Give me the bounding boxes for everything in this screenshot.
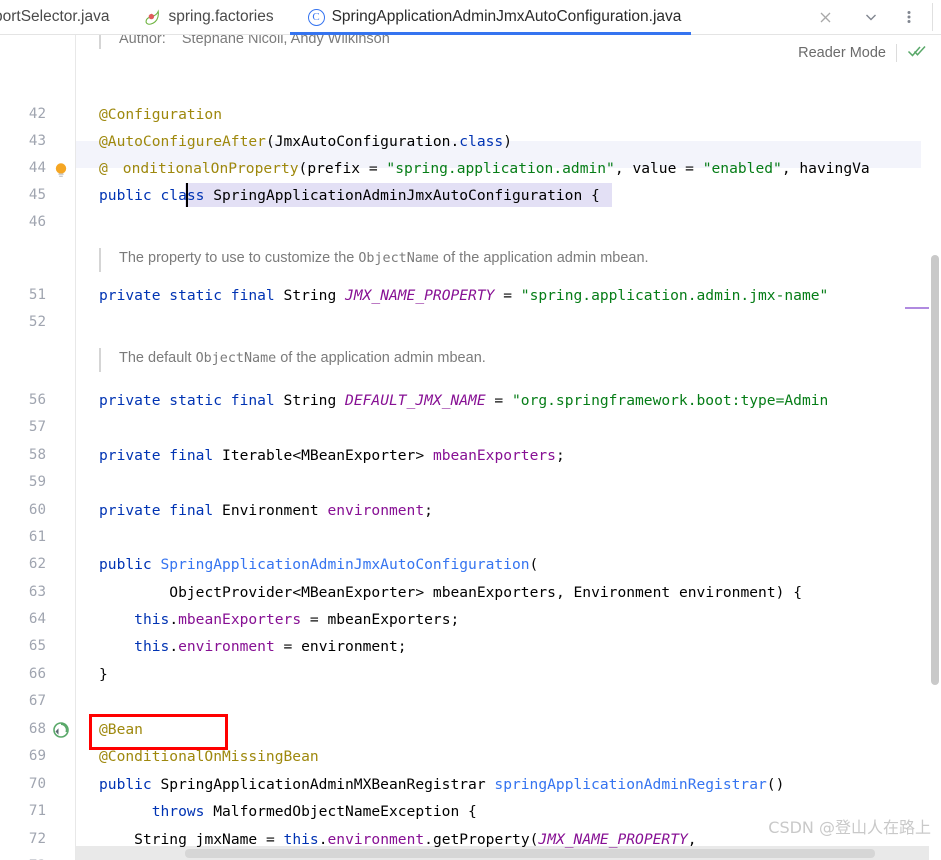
bean-recursive-icon[interactable] <box>52 721 70 739</box>
line-number: 58 <box>28 447 46 463</box>
line-number: 44 <box>28 160 46 176</box>
spring-leaf-icon <box>143 8 161 26</box>
line-number: 64 <box>28 611 46 627</box>
tab-label: portSelector.java <box>0 8 110 26</box>
code-line-51: private static final String JMX_NAME_PRO… <box>99 287 829 304</box>
code-line-58: private final Iterable<MBeanExporter> mb… <box>99 447 565 464</box>
line-number: 62 <box>28 556 46 572</box>
line-number: 52 <box>28 314 46 330</box>
code-line-43: @AutoConfigureAfter(JmxAutoConfiguration… <box>99 133 512 150</box>
editor-tab-bar: portSelector.java spring.factories C Spr… <box>0 0 941 35</box>
tab-bar-actions <box>810 2 941 32</box>
line-number: 59 <box>28 474 46 490</box>
javadoc-property-doc: The property to use to customize the Obj… <box>99 248 649 272</box>
line-number: 45 <box>28 187 46 203</box>
tab-label: SpringApplicationAdminJmxAutoConfigurati… <box>331 8 682 26</box>
line-number: 71 <box>28 803 46 819</box>
line-number: 68 <box>28 721 46 737</box>
code-line-63: ObjectProvider<MBeanExporter> mbeanExpor… <box>169 584 802 601</box>
code-editor[interactable]: Author: Stephane Nicoll, Andy Wilkinson … <box>0 35 941 860</box>
text-caret <box>186 183 188 207</box>
chevron-down-icon[interactable] <box>856 2 886 32</box>
code-line-66: } <box>99 666 108 683</box>
line-number: 56 <box>28 392 46 408</box>
code-line-42: @Configuration <box>99 106 223 123</box>
java-class-icon: C <box>307 8 325 26</box>
code-line-45: public class SpringApplicationAdminJmxAu… <box>99 187 600 204</box>
code-line-70: public SpringApplicationAdminMXBeanRegis… <box>99 776 785 793</box>
code-line-56: private static final String DEFAULT_JMX_… <box>99 392 829 409</box>
code-line-65: this.environment = environment; <box>134 638 407 655</box>
javadoc-default-doc: The default ObjectName of the applicatio… <box>99 348 486 372</box>
line-number: 43 <box>28 133 46 149</box>
tab-import-selector[interactable]: portSelector.java <box>0 0 121 35</box>
line-number: 57 <box>28 419 46 435</box>
watermark-text: CSDN @登山人在路上 <box>768 818 931 837</box>
tab-label: spring.factories <box>168 8 274 26</box>
tab-spring-application-admin-jmx-autoconfiguration[interactable]: C SpringApplicationAdminJmxAutoConfigura… <box>286 0 694 35</box>
line-number: 67 <box>28 693 46 709</box>
toolbar-divider <box>932 3 933 31</box>
code-line-69: @ConditionalOnMissingBean <box>99 748 319 765</box>
line-number: 70 <box>28 776 46 792</box>
vertical-scrollbar-thumb[interactable] <box>931 255 939 685</box>
line-number: 51 <box>28 287 46 303</box>
reader-mode-label: Reader Mode <box>798 45 886 61</box>
line-number: 66 <box>28 666 46 682</box>
code-line-68: @Bean <box>99 721 143 738</box>
lightbulb-icon[interactable] <box>52 161 70 179</box>
line-number: 61 <box>28 529 46 545</box>
line-number: 72 <box>28 831 46 847</box>
line-number: 63 <box>28 584 46 600</box>
reader-divider <box>896 44 897 62</box>
line-number: 42 <box>28 106 46 122</box>
close-tab-icon[interactable] <box>810 2 840 32</box>
line-number: 69 <box>28 748 46 764</box>
more-options-icon[interactable] <box>894 2 924 32</box>
code-line-60: private final Environment environment; <box>99 502 433 519</box>
ide-editor-window: portSelector.java spring.factories C Spr… <box>0 0 941 860</box>
line-number: 65 <box>28 638 46 654</box>
line-number: 46 <box>28 214 46 230</box>
reader-mode-bar: Reader Mode <box>798 36 941 70</box>
javadoc-author-line: Author: Stephane Nicoll, Andy Wilkinson <box>99 35 390 49</box>
tab-spring-factories[interactable]: spring.factories <box>121 0 285 35</box>
line-number: 60 <box>28 502 46 518</box>
code-line-44: @ onditionalOnProperty(prefix = "spring.a… <box>99 160 870 177</box>
horizontal-scrollbar-thumb[interactable] <box>185 849 875 858</box>
code-line-62: public SpringApplicationAdminJmxAutoConf… <box>99 556 539 573</box>
double-check-icon[interactable] <box>907 43 927 64</box>
code-line-64: this.mbeanExporters = mbeanExporters; <box>134 611 460 628</box>
